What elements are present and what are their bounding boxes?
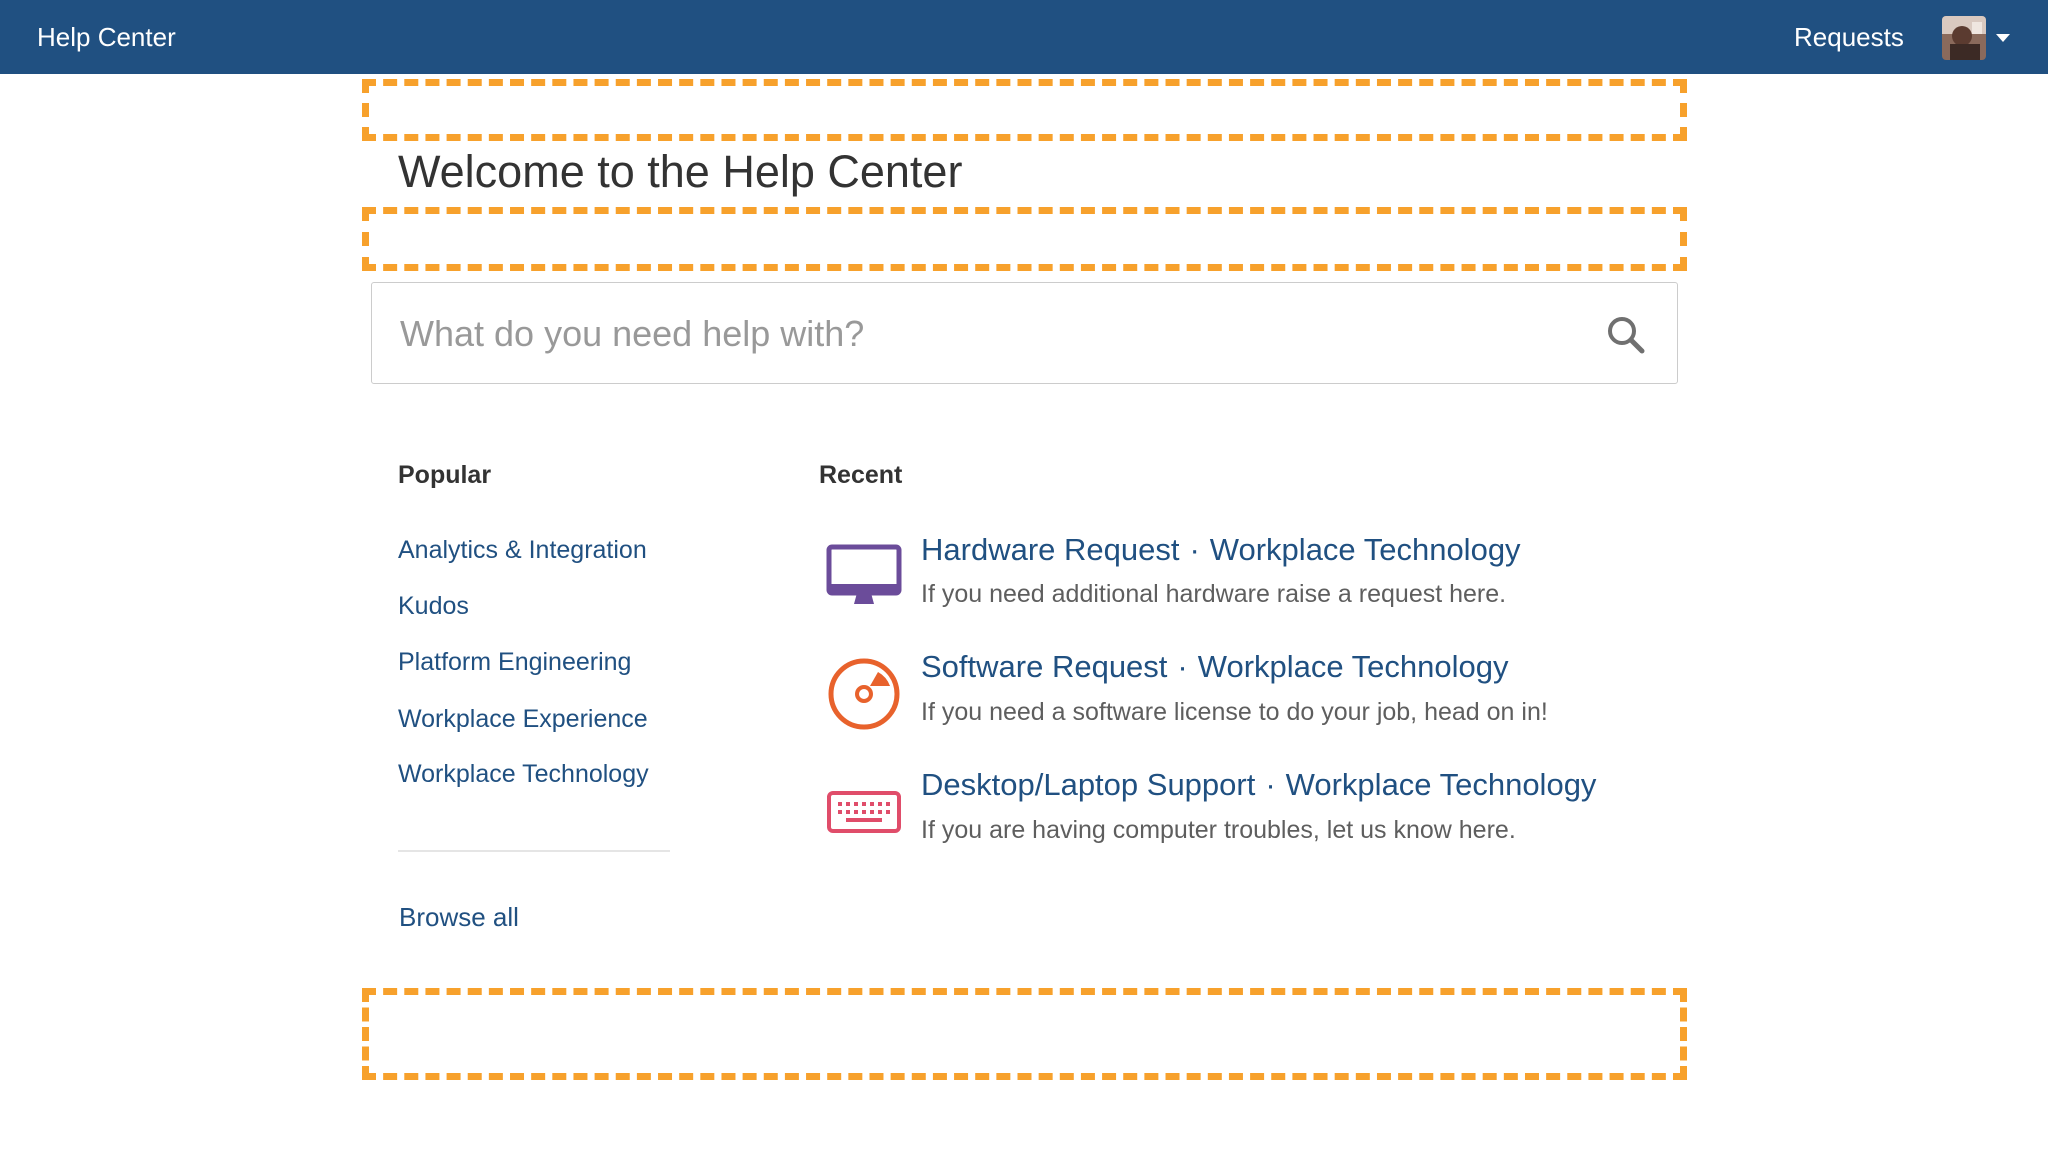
help-center-home-link[interactable]: Help Center bbox=[37, 0, 176, 74]
chevron-down-icon[interactable] bbox=[1996, 34, 2010, 42]
project-link[interactable]: Workplace Technology bbox=[1198, 649, 1509, 684]
page-title: Welcome to the Help Center bbox=[398, 146, 963, 197]
title-separator: · bbox=[1177, 649, 1188, 684]
request-type-link[interactable]: Software Request bbox=[921, 649, 1167, 684]
recent-item-description: If you need additional hardware raise a … bbox=[921, 580, 1507, 608]
project-link[interactable]: Workplace Technology bbox=[1286, 767, 1597, 802]
profile-menu[interactable] bbox=[1942, 16, 2012, 60]
title-separator: · bbox=[1265, 767, 1276, 802]
request-type-link[interactable]: Hardware Request bbox=[921, 532, 1179, 567]
search-box[interactable] bbox=[371, 282, 1678, 385]
highlight-region-below-title bbox=[362, 207, 1687, 271]
top-nav-bar: Help Center Requests bbox=[0, 0, 2048, 74]
highlight-region-top bbox=[362, 79, 1687, 141]
popular-item-workplace-experience[interactable]: Workplace Experience bbox=[398, 705, 670, 734]
recent-item-title[interactable]: Hardware Request · Workplace Technology bbox=[921, 532, 1521, 568]
popular-item-analytics-integration[interactable]: Analytics & Integration bbox=[398, 536, 670, 565]
highlight-region-bottom bbox=[362, 988, 1687, 1080]
search-icon[interactable] bbox=[1604, 313, 1648, 357]
search-input[interactable] bbox=[398, 283, 1582, 385]
title-separator: · bbox=[1189, 532, 1200, 567]
keyboard-icon bbox=[826, 775, 902, 851]
recent-item-description: If you are having computer troubles, let… bbox=[921, 816, 1516, 844]
popular-item-kudos[interactable]: Kudos bbox=[398, 592, 670, 621]
request-type-link[interactable]: Desktop/Laptop Support bbox=[921, 767, 1255, 802]
user-avatar[interactable] bbox=[1942, 16, 1986, 60]
recent-heading: Recent bbox=[819, 461, 903, 489]
monitor-icon bbox=[826, 538, 902, 614]
popular-heading: Popular bbox=[398, 461, 492, 489]
recent-item-description: If you need a software license to do you… bbox=[921, 698, 1548, 726]
requests-link[interactable]: Requests bbox=[1794, 0, 1904, 74]
recent-item-title[interactable]: Software Request · Workplace Technology bbox=[921, 649, 1509, 685]
browse-all-link[interactable]: Browse all bbox=[399, 902, 519, 933]
popular-item-workplace-technology[interactable]: Workplace Technology bbox=[398, 760, 670, 789]
popular-item-platform-engineering[interactable]: Platform Engineering bbox=[398, 648, 670, 677]
disc-icon bbox=[826, 656, 902, 732]
popular-divider bbox=[398, 850, 670, 852]
project-link[interactable]: Workplace Technology bbox=[1210, 532, 1521, 567]
recent-item-title[interactable]: Desktop/Laptop Support · Workplace Technol… bbox=[921, 767, 1596, 803]
